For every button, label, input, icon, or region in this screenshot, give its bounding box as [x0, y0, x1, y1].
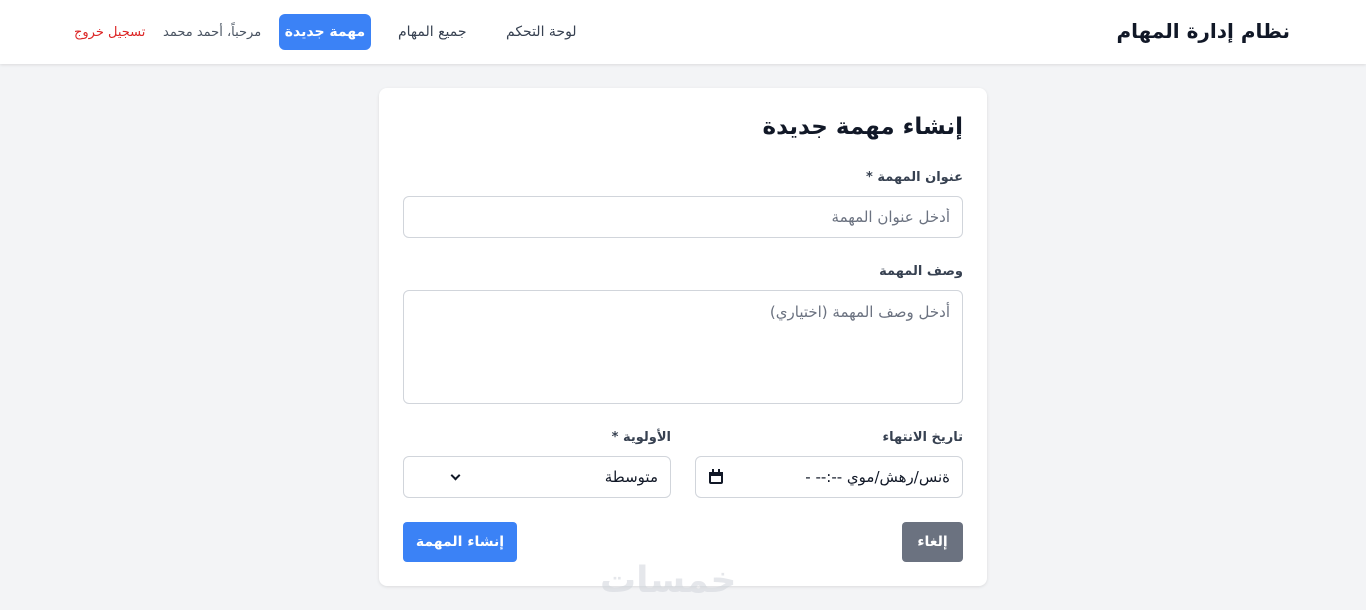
priority-label: الأولوية *: [611, 430, 671, 445]
due-date-label: تاريخ الانتهاء: [882, 430, 963, 445]
nav-dashboard-link[interactable]: لوحة التحكم: [506, 24, 577, 40]
cancel-button[interactable]: إلغاء: [902, 522, 963, 562]
task-description-textarea[interactable]: [403, 290, 963, 404]
logout-link[interactable]: تسجيل خروج: [74, 25, 145, 40]
create-task-button[interactable]: إنشاء المهمة: [403, 522, 517, 562]
create-task-card: إنشاء مهمة جديدة عنوان المهمة * وصف المه…: [379, 88, 987, 586]
task-description-label: وصف المهمة: [879, 264, 963, 279]
nav-all-tasks-link[interactable]: جميع المهام: [398, 24, 467, 40]
brand-title: نظام إدارة المهام: [1116, 19, 1290, 43]
welcome-text: مرحباً، أحمد محمد: [163, 25, 262, 40]
watermark-logo: خمسات: [600, 560, 737, 601]
nav-new-task-button[interactable]: مهمة جديدة: [279, 14, 371, 50]
task-title-input[interactable]: [403, 196, 963, 238]
priority-select[interactable]: متوسطة: [403, 456, 671, 498]
navbar: نظام إدارة المهام لوحة التحكم جميع المها…: [0, 0, 1366, 64]
task-title-label: عنوان المهمة *: [866, 170, 963, 185]
chevron-down-icon: [450, 470, 461, 481]
due-date-value: ةنس/رهش/موي --:-- -: [805, 468, 950, 486]
priority-selected-value: متوسطة: [604, 468, 658, 486]
calendar-icon[interactable]: [708, 469, 724, 485]
form-title: إنشاء مهمة جديدة: [762, 114, 964, 140]
due-date-input[interactable]: ةنس/رهش/موي --:-- -: [695, 456, 963, 498]
